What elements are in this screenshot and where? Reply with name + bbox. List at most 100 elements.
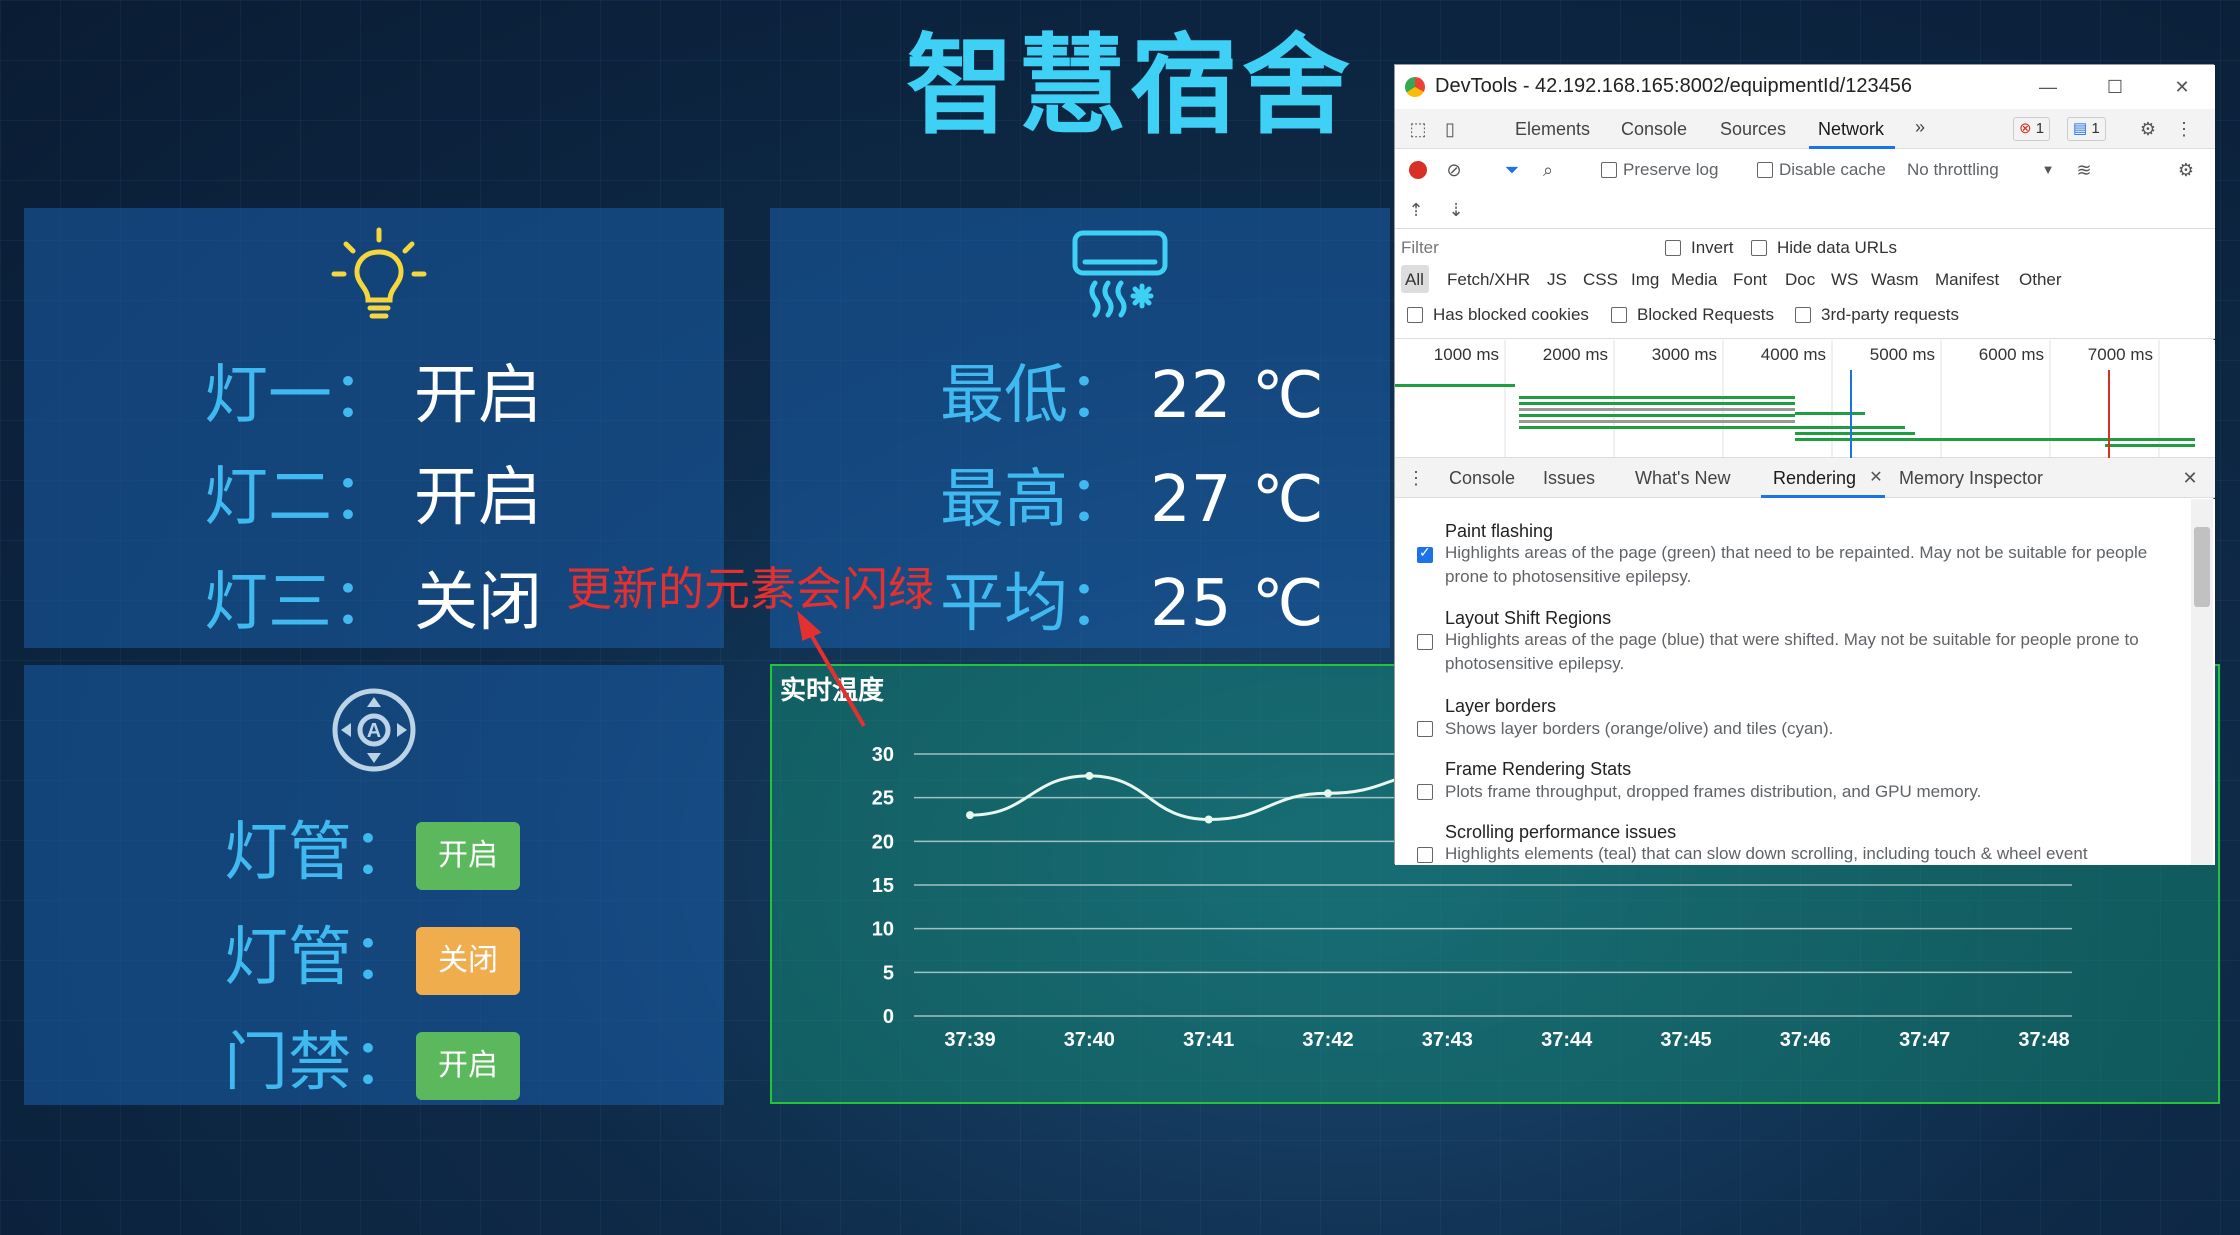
device-toggle-button[interactable]: 开启 <box>416 822 520 890</box>
chevron-down-icon[interactable]: ▼ <box>2035 157 2061 183</box>
filter-bar: Invert Hide data URLs All Fetch/XHR JS C… <box>1395 229 2215 339</box>
chrome-icon <box>1405 77 1425 97</box>
type-filter-js[interactable]: JS <box>1547 270 1567 290</box>
series-line <box>969 769 1448 822</box>
tab-elements[interactable]: Elements <box>1515 119 1590 140</box>
lightbulb-icon <box>331 227 427 319</box>
x-tick-label: 37:43 <box>1422 1029 1473 1051</box>
type-filter-all[interactable]: All <box>1405 270 1424 290</box>
tab-sources[interactable]: Sources <box>1720 119 1786 140</box>
kebab-menu-icon[interactable]: ⋮ <box>2171 116 2197 142</box>
timeline-request-bar <box>1519 414 1795 417</box>
more-tabs-icon[interactable]: » <box>1915 117 1925 138</box>
device-toggle-button[interactable]: 关闭 <box>416 927 520 995</box>
network-conditions-icon[interactable]: ≋ <box>2071 157 2097 183</box>
type-filter-css[interactable]: CSS <box>1583 270 1618 290</box>
settings-gear-icon[interactable]: ⚙ <box>2135 116 2161 142</box>
light-status: 开启 <box>414 359 542 433</box>
type-filter-other[interactable]: Other <box>2019 270 2062 290</box>
inspect-element-icon[interactable]: ⬚ <box>1405 116 1431 142</box>
drawer-menu-icon[interactable]: ⋮ <box>1403 465 1429 491</box>
data-point[interactable] <box>1085 771 1094 780</box>
y-tick-label: 5 <box>883 962 894 984</box>
network-settings-gear-icon[interactable]: ⚙ <box>2173 157 2199 183</box>
frame-stats-title: Frame Rendering Stats <box>1445 759 1632 779</box>
temp-value: 27 ℃ <box>1150 463 1324 537</box>
close-drawer-icon[interactable]: ✕ <box>2177 465 2203 491</box>
paint-flashing-checkbox[interactable] <box>1417 544 1433 563</box>
close-icon[interactable]: ✕ <box>2169 74 2195 100</box>
drawer-tab-issues[interactable]: Issues <box>1543 468 1595 489</box>
blocked-requests-label: Blocked Requests <box>1637 305 1775 324</box>
type-filter-media[interactable]: Media <box>1671 270 1717 290</box>
timeline-request-bar <box>1519 402 1795 405</box>
type-filter-doc[interactable]: Doc <box>1785 270 1815 290</box>
light-label: 灯二： <box>204 461 396 535</box>
layout-shift-checkbox[interactable] <box>1417 634 1433 650</box>
throttling-select[interactable]: No throttling <box>1907 160 1999 180</box>
layer-borders-desc: Shows layer borders (orange/olive) and t… <box>1445 719 1834 738</box>
temp-label: 最高： <box>940 463 1132 537</box>
drawer-tab-whats-new[interactable]: What's New <box>1635 468 1730 489</box>
maximize-icon[interactable]: ☐ <box>2102 74 2128 100</box>
error-badge[interactable]: ⊗ 1 <box>2013 117 2051 141</box>
door-toggle-button[interactable]: 开启 <box>416 1032 520 1100</box>
invert-checkbox[interactable] <box>1665 240 1681 256</box>
devices-panel: A 灯管： 开启 灯管： 关闭 门禁： 开启 <box>24 665 724 1105</box>
has-blocked-cookies-checkbox[interactable] <box>1407 307 1423 323</box>
network-timeline-overview[interactable]: 1000 ms 2000 ms 3000 ms 4000 ms 5000 ms 6000 … <box>1395 340 2215 458</box>
close-rendering-tab-icon[interactable]: ✕ <box>1863 465 1889 491</box>
message-count: 1 <box>2091 120 2100 137</box>
tab-console[interactable]: Console <box>1621 119 1687 140</box>
hide-data-urls-checkbox[interactable] <box>1751 240 1767 256</box>
y-tick-label: 20 <box>872 831 894 853</box>
y-tick-label: 30 <box>872 744 894 766</box>
search-icon[interactable]: ⌕ <box>1535 157 1561 183</box>
type-filter-wasm[interactable]: Wasm <box>1871 270 1919 290</box>
clear-icon[interactable]: ⊘ <box>1441 157 1467 183</box>
export-har-icon[interactable]: ⇣ <box>1443 197 1469 223</box>
active-drawer-tab-indicator <box>1761 495 1885 498</box>
import-har-icon[interactable]: ⇡ <box>1403 197 1429 223</box>
temp-label: 最低： <box>940 359 1132 433</box>
type-filter-font[interactable]: Font <box>1733 270 1767 290</box>
scrolling-perf-desc: Highlights elements (teal) that can slow… <box>1445 844 2088 863</box>
data-point[interactable] <box>1324 789 1332 798</box>
layer-borders-checkbox[interactable] <box>1417 721 1433 737</box>
type-filter-img[interactable]: Img <box>1631 270 1659 290</box>
filter-icon[interactable]: ⏷ <box>1499 157 1525 183</box>
timeline-request-bar <box>1519 420 1795 423</box>
light-label: 灯一： <box>204 359 396 433</box>
preserve-log-checkbox[interactable] <box>1601 162 1617 178</box>
type-filter-fetch-xhr[interactable]: Fetch/XHR <box>1447 270 1530 290</box>
blocked-requests-checkbox[interactable] <box>1611 307 1627 323</box>
frame-stats-checkbox[interactable] <box>1417 784 1433 800</box>
third-party-label: 3rd-party requests <box>1821 305 1959 324</box>
record-icon[interactable] <box>1409 161 1427 179</box>
scrolling-perf-title: Scrolling performance issues <box>1445 822 1677 842</box>
layout-shift-title: Layout Shift Regions <box>1445 608 1612 628</box>
minimize-icon[interactable]: — <box>2035 74 2061 100</box>
type-filter-ws[interactable]: WS <box>1831 270 1858 290</box>
x-tick-label: 37:44 <box>1541 1029 1593 1051</box>
disable-cache-checkbox[interactable] <box>1757 162 1773 178</box>
air-conditioner-icon <box>1072 230 1168 318</box>
filter-input[interactable] <box>1401 235 1641 261</box>
timeline-request-bar <box>1519 426 1795 429</box>
third-party-checkbox[interactable] <box>1795 307 1811 323</box>
y-tick-label: 25 <box>872 788 894 810</box>
scrolling-perf-checkbox[interactable] <box>1417 847 1433 863</box>
drawer-tab-console[interactable]: Console <box>1449 468 1515 489</box>
data-point[interactable] <box>1204 815 1213 824</box>
message-badge[interactable]: ▤ 1 <box>2067 117 2106 141</box>
drawer-tab-rendering[interactable]: Rendering <box>1773 468 1856 489</box>
scrollbar-thumb[interactable] <box>2194 527 2210 607</box>
type-filter-manifest[interactable]: Manifest <box>1935 270 1999 290</box>
scrollbar[interactable] <box>2191 499 2213 865</box>
timeline-tick-label: 6000 ms <box>1979 345 2044 364</box>
data-point[interactable] <box>966 811 974 820</box>
frame-stats-desc: Plots frame throughput, dropped frames d… <box>1445 782 1982 801</box>
tab-network[interactable]: Network <box>1818 119 1884 140</box>
device-toolbar-icon[interactable]: ▯ <box>1437 116 1463 142</box>
drawer-tab-memory-inspector[interactable]: Memory Inspector <box>1899 468 2043 489</box>
